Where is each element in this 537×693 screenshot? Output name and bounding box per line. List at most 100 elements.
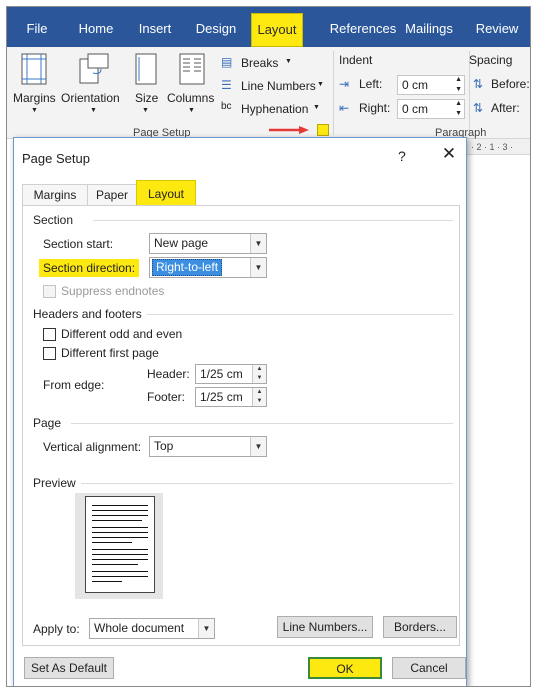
spacing-after-label: After: [491,101,520,115]
chevron-down-icon: ▼ [285,58,292,65]
hyphenation-label: Hyphenation [241,102,309,116]
word-window: File Home Insert Design Layout Reference… [6,6,531,687]
ruler-text: · 2 · 1 · 3 · [471,142,514,152]
tab-review[interactable]: Review [469,7,525,47]
group-separator [333,51,334,135]
footer-distance-input[interactable]: 1/25 cm ▲ ▼ [195,387,267,407]
pointer-arrow-icon [269,126,309,134]
indent-left-value: 0 cm [402,78,429,92]
spin-arrows-icon[interactable]: ▲ ▼ [252,388,266,406]
suppress-endnotes-checkbox[interactable] [43,285,56,298]
tab-layout-dialog[interactable]: Layout [136,180,196,206]
tab-layout[interactable]: Layout [251,13,303,47]
section-direction-value: Right-to-left [152,259,223,276]
line-numbers-icon: ☰ [221,78,232,92]
section-start-value: New page [154,236,209,250]
spacing-after-icon: ⇅ [473,101,484,115]
vertical-alignment-select[interactable]: Top ▼ [149,436,267,457]
section-start-label: Section start: [43,237,114,251]
spin-arrows-icon[interactable]: ▲ ▼ [252,365,266,383]
ok-button[interactable]: OK [308,657,382,679]
footer-label: Footer: [147,390,186,404]
tab-file[interactable]: File [17,7,57,47]
preview-page [85,496,155,593]
footer-distance-value: 1/25 cm [200,390,243,404]
spacing-before-label: Before: [491,77,530,91]
document-area[interactable] [465,139,530,686]
section-heading: Section [33,213,74,227]
vertical-alignment-label: Vertical alignment: [43,440,142,454]
margins-icon [21,53,47,85]
ribbon-tab-bar: File Home Insert Design Layout Reference… [7,7,530,47]
indent-right-input[interactable]: 0 cm ▲ ▼ [397,99,465,119]
section-direction-label: Section direction: [39,259,140,277]
page-setup-launcher[interactable] [317,124,329,136]
headers-footers-rule [147,314,453,315]
headers-footers-heading: Headers and footers [33,307,142,321]
preview-rule [81,483,453,484]
chevron-down-icon: ▼ [250,234,266,253]
tab-mailings[interactable]: Mailings [397,7,461,47]
tab-paper[interactable]: Paper [87,184,137,206]
help-icon[interactable]: ? [398,148,406,164]
ribbon: Margins ▼ Orientation ▼ Size ▼ Columns ▼… [7,47,530,139]
hyphenation-icon: bc [221,101,232,112]
chevron-down-icon: ▼ [313,104,320,111]
header-distance-value: 1/25 cm [200,367,243,381]
chevron-down-icon: ▼ [142,107,149,114]
section-direction-select[interactable]: Right-to-left ▼ [149,257,267,278]
columns-icon [179,53,205,85]
indent-left-input[interactable]: 0 cm ▲ ▼ [397,75,465,95]
columns-button[interactable]: Columns ▼ [167,51,219,119]
line-numbers-label: Line Numbers [241,79,316,93]
spin-arrows-icon: ▲ ▼ [455,76,462,93]
apply-to-label: Apply to: [33,622,80,636]
orientation-button[interactable]: Orientation ▼ [61,51,125,119]
margins-label: Margins [13,91,56,105]
tab-design[interactable]: Design [191,7,241,47]
odd-even-checkbox[interactable] [43,328,56,341]
tab-insert[interactable]: Insert [131,7,179,47]
chevron-down-icon: ▼ [90,107,97,114]
line-numbers-dialog-button[interactable]: Line Numbers... [277,616,373,638]
chevron-down-icon: ▼ [188,107,195,114]
tab-home[interactable]: Home [71,7,121,47]
indent-right-label: Right: [359,101,391,115]
spin-arrows-icon: ▲ ▼ [455,100,462,117]
odd-even-label: Different odd and even [61,327,183,341]
hyphenation-button[interactable]: bc Hyphenation ▼ [221,101,325,119]
page-rule [71,423,453,424]
size-button[interactable]: Size ▼ [129,51,163,119]
chevron-down-icon: ▼ [250,258,266,277]
indent-right-value: 0 cm [402,102,429,116]
borders-button[interactable]: Borders... [383,616,457,638]
breaks-label: Breaks [241,56,279,70]
first-page-checkbox[interactable] [43,347,56,360]
breaks-icon: ▤ [221,55,233,69]
chevron-down-icon: ▼ [31,107,38,114]
breaks-button[interactable]: ▤ Breaks ▼ [221,55,313,73]
set-as-default-button[interactable]: Set As Default [24,657,114,679]
chevron-down-icon: ▼ [250,437,266,456]
layout-panel: Section Section start: New page ▼ Sectio… [22,205,460,646]
close-icon[interactable]: ✕ [437,144,461,164]
vertical-alignment-value: Top [154,439,174,453]
tab-margins[interactable]: Margins [22,184,88,206]
apply-to-select[interactable]: Whole document ▼ [89,618,215,639]
indent-left-icon: ⇥ [339,77,350,91]
cancel-button[interactable]: Cancel [392,657,466,679]
margins-button[interactable]: Margins ▼ [11,51,57,119]
page-heading: Page [33,416,62,430]
chevron-down-icon: ▼ [198,619,214,638]
header-label: Header: [147,367,190,381]
preview-heading: Preview [33,476,76,490]
size-icon [135,53,157,85]
orientation-label: Orientation [61,91,120,105]
from-edge-label: From edge: [43,378,105,392]
columns-label: Columns [167,91,215,105]
line-numbers-button[interactable]: ☰ Line Numbers ▼ [221,78,325,96]
section-start-select[interactable]: New page ▼ [149,233,267,254]
indent-left-label: Left: [359,77,383,91]
spacing-heading: Spacing [469,53,513,67]
header-distance-input[interactable]: 1/25 cm ▲ ▼ [195,364,267,384]
